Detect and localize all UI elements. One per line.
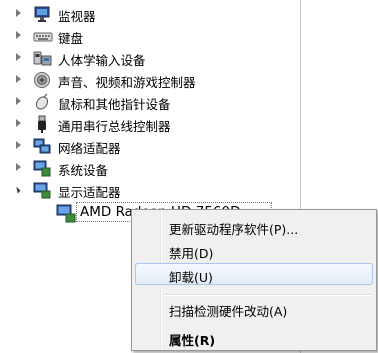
tree-item-sound-video-game[interactable]: 声音、视频和游戏控制器 bbox=[0, 70, 300, 90]
display-adapter-icon bbox=[56, 203, 76, 223]
menu-item-label: 属性(R) bbox=[169, 333, 216, 348]
menu-separator bbox=[164, 294, 372, 296]
menu-item-label: 禁用(D) bbox=[169, 246, 214, 261]
menu-item-uninstall[interactable]: 卸载(U) bbox=[135, 263, 373, 285]
tree-item-network[interactable]: 网络适配器 bbox=[0, 136, 300, 156]
tree-item-usb[interactable]: 通用串行总线控制器 bbox=[0, 114, 300, 134]
tree-item-label: 鼠标和其他指针设备 bbox=[58, 97, 171, 112]
system-device-icon bbox=[33, 159, 51, 177]
expand-arrow-icon[interactable] bbox=[16, 97, 21, 105]
menu-item-label: 更新驱动程序软件(P)... bbox=[169, 222, 299, 237]
tree-item-mice[interactable]: 鼠标和其他指针设备 bbox=[0, 92, 300, 112]
expand-arrow-icon[interactable] bbox=[16, 31, 21, 39]
network-icon bbox=[33, 137, 51, 155]
collapse-arrow-icon[interactable] bbox=[13, 186, 21, 194]
tree-item-label: 显示适配器 bbox=[58, 185, 121, 200]
expand-arrow-icon[interactable] bbox=[16, 119, 21, 127]
tree-item-label: 网络适配器 bbox=[58, 141, 121, 156]
tree-item-label: 人体学输入设备 bbox=[58, 53, 146, 68]
mouse-icon bbox=[33, 93, 51, 111]
usb-icon bbox=[33, 115, 51, 133]
menu-item-label: 卸载(U) bbox=[169, 270, 213, 285]
tree-item-display-adapters[interactable]: 显示适配器 bbox=[0, 180, 300, 200]
menu-item-update-driver[interactable]: 更新驱动程序软件(P)... bbox=[135, 215, 373, 237]
expand-arrow-icon[interactable] bbox=[16, 141, 21, 149]
expand-arrow-icon[interactable] bbox=[16, 9, 21, 17]
expand-arrow-icon[interactable] bbox=[16, 53, 21, 61]
monitor-icon bbox=[33, 5, 51, 23]
hid-icon bbox=[33, 49, 52, 67]
menu-item-scan-hardware[interactable]: 扫描检测硬件改动(A) bbox=[135, 297, 373, 319]
context-menu: 更新驱动程序软件(P)... 禁用(D) 卸载(U) 扫描检测硬件改动(A) 属… bbox=[131, 209, 377, 351]
expand-arrow-icon[interactable] bbox=[16, 75, 21, 83]
tree-item-label: 键盘 bbox=[58, 31, 84, 46]
menu-item-disable[interactable]: 禁用(D) bbox=[135, 239, 373, 261]
keyboard-icon bbox=[33, 27, 53, 45]
display-adapter-icon bbox=[33, 181, 51, 199]
tree-item-label: 通用串行总线控制器 bbox=[58, 119, 171, 134]
tree-item-label: 声音、视频和游戏控制器 bbox=[58, 75, 196, 90]
speaker-icon bbox=[33, 71, 51, 89]
menu-item-properties[interactable]: 属性(R) bbox=[135, 326, 373, 348]
tree-item-monitors[interactable]: 监视器 bbox=[0, 4, 300, 24]
tree-item-system-devices[interactable]: 系统设备 bbox=[0, 158, 300, 178]
menu-item-label: 扫描检测硬件改动(A) bbox=[169, 304, 288, 319]
tree-item-label: 系统设备 bbox=[58, 163, 109, 178]
tree-item-label: 监视器 bbox=[58, 9, 96, 24]
expand-arrow-icon[interactable] bbox=[16, 163, 21, 171]
tree-item-keyboards[interactable]: 键盘 bbox=[0, 26, 300, 46]
tree-item-hid[interactable]: 人体学输入设备 bbox=[0, 48, 300, 68]
